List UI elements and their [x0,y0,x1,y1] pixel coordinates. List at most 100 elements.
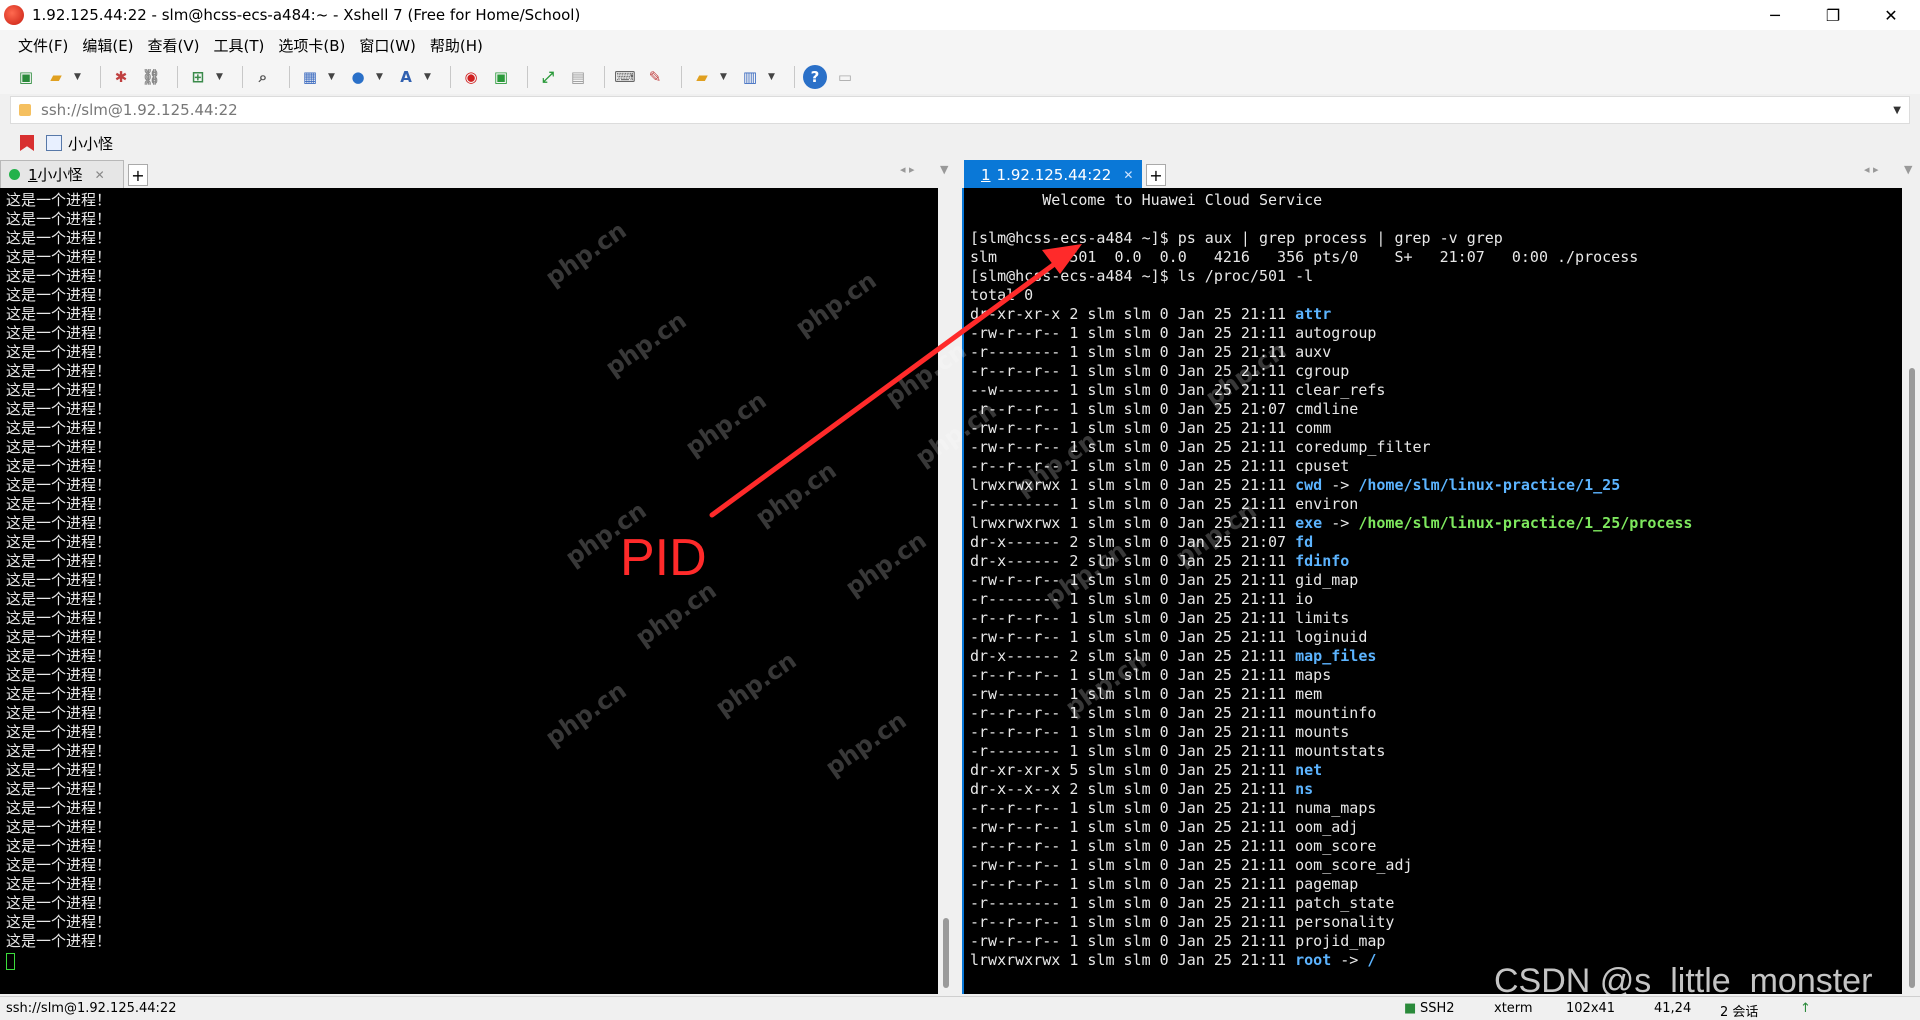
ls-entry-meta: -rw-r--r-- 1 slm slm 0 Jan 25 21:11 [970,324,1296,342]
connected-status-icon [9,169,20,180]
lock-toolbar-icon[interactable]: ▤ [566,65,590,89]
ls-entry-meta: -rw------- 1 slm slm 0 Jan 25 21:11 [970,685,1296,703]
scroll-thumb[interactable] [1909,368,1915,988]
find-icon[interactable]: ⌕ [251,65,275,89]
ls-entry-name: cpuset [1295,457,1350,475]
new-tab-icon[interactable]: ▰ [690,65,714,89]
highlight-icon[interactable]: ✎ [643,65,667,89]
output-line: 这是一个进程！ [6,533,112,551]
ls-entry-line: dr-xr-xr-x 2 slm slm 0 Jan 25 21:11 attr [970,305,1896,324]
properties-dropdown-icon[interactable]: ▼ [216,72,226,82]
title-bar: 1.92.125.44:22 - slm@hcss-ecs-a484:~ - X… [0,0,1920,30]
minimize-button[interactable]: ─ [1746,0,1804,30]
globe-dropdown-icon[interactable]: ▼ [376,72,386,82]
ls-entry-name: attr [1295,305,1332,323]
fullscreen-icon[interactable]: ⤢ [536,65,560,89]
help-icon[interactable]: ? [803,65,827,89]
font-dropdown-icon[interactable]: ▼ [424,72,434,82]
close-button[interactable]: ✕ [1862,0,1920,30]
ls-entry-name: comm [1295,419,1332,437]
ls-entry-name: projid_map [1295,932,1386,950]
output-line: 这是一个进程！ [6,837,112,855]
xftp-icon[interactable]: ◉ [459,65,483,89]
ls-entry-line: dr-x--x--x 2 slm slm 0 Jan 25 21:11 ns [970,780,1896,799]
bookmark-icon[interactable] [20,135,34,151]
menu-tabs[interactable]: 选项卡(B) [278,35,345,56]
output-line: 这是一个进程！ [6,438,112,456]
ls-entry-name: fdinfo [1295,552,1350,570]
add-tab-button[interactable]: + [1146,164,1166,186]
menu-tools[interactable]: 工具(T) [214,35,265,56]
tab-local-session[interactable]: 1 小小怪 ✕ [0,160,124,188]
menu-edit[interactable]: 编辑(E) [82,35,133,56]
tile-icon[interactable]: ▥ [738,65,762,89]
left-terminal[interactable]: 这是一个进程！ 这是一个进程！ 这是一个进程！ 这是一个进程！ 这是一个进程！ 这是一个进… [0,188,938,994]
script-icon[interactable]: ▣ [489,65,513,89]
ls-entry-meta: -rw-r--r-- 1 slm slm 0 Jan 25 21:11 [970,419,1296,437]
ls-entry-line: lrwxrwxrwx 1 slm slm 0 Jan 25 21:11 cwd … [970,476,1896,495]
new-session-icon[interactable]: ▣ [14,65,38,89]
menu-view[interactable]: 查看(V) [148,35,200,56]
session-shortcut-icon[interactable] [46,135,62,151]
right-scrollbar[interactable] [1904,188,1920,994]
tab-list-dropdown-icon[interactable]: ▼ [1904,163,1912,176]
tab-list-dropdown-icon[interactable]: ▼ [940,163,948,176]
right-terminal[interactable]: Welcome to Huawei Cloud Service [slm@hcs… [962,188,1902,994]
scroll-thumb[interactable] [943,918,949,988]
output-line: 这是一个进程！ [6,229,112,247]
address-dropdown-icon[interactable]: ▼ [1893,105,1901,116]
properties-icon[interactable]: ⊞ [186,65,210,89]
ls-entry-name: root [1295,951,1332,969]
output-line: 这是一个进程！ [6,571,112,589]
tab-scroll-arrows-icon[interactable]: ◂ ▸ [1864,163,1879,176]
ls-entry-meta: -r--r--r-- 1 slm slm 0 Jan 25 21:11 [970,723,1296,741]
close-icon[interactable]: ✕ [1123,168,1133,182]
open-folder-icon[interactable]: ▰ [44,65,68,89]
ls-entry-meta: -rw-r--r-- 1 slm slm 0 Jan 25 21:11 [970,818,1296,836]
ls-entry-name: maps [1295,666,1332,684]
output-line: 这是一个进程！ [6,932,112,950]
symlink-arrow: -> [1331,951,1368,969]
symlink-arrow: -> [1322,514,1359,532]
ls-entry-meta: -r--r--r-- 1 slm slm 0 Jan 25 21:11 [970,609,1296,627]
ls-entry-line: -r-------- 1 slm slm 0 Jan 25 21:11 io [970,590,1896,609]
status-size: 102x41 [1566,1001,1616,1016]
pid-annotation-label: PID [620,529,707,587]
keyboard-icon[interactable]: ⌨ [613,65,637,89]
chat-icon[interactable]: ▭ [833,65,857,89]
maximize-button[interactable]: ❐ [1804,0,1862,30]
ls-entry-name: numa_maps [1295,799,1377,817]
menu-help[interactable]: 帮助(H) [430,35,483,56]
add-tab-button[interactable]: + [128,164,148,186]
ls-entry-line: -r--r--r-- 1 slm slm 0 Jan 25 21:11 cpus… [970,457,1896,476]
globe-icon[interactable]: ● [346,65,370,89]
ls-entry-line: -r-------- 1 slm slm 0 Jan 25 21:11 moun… [970,742,1896,761]
menu-file[interactable]: 文件(F) [18,35,68,56]
new-tab-dropdown-icon[interactable]: ▼ [720,72,730,82]
tab-scroll-arrows-icon[interactable]: ◂ ▸ [900,163,915,176]
layout-dropdown-icon[interactable]: ▼ [328,72,338,82]
ls-entry-meta: dr-x--x--x 2 slm slm 0 Jan 25 21:11 [970,780,1296,798]
ls-entry-meta: -r--r--r-- 1 slm slm 0 Jan 25 21:11 [970,913,1296,931]
font-icon[interactable]: A [394,65,418,89]
output-line: 这是一个进程！ [6,248,112,266]
symlink-arrow: -> [1322,476,1359,494]
open-dropdown-icon[interactable]: ▼ [74,72,84,82]
session-shortcut-label[interactable]: 小小怪 [68,133,113,154]
disconnect-icon[interactable]: ⛓ [139,65,163,89]
address-input[interactable]: ssh://slm@1.92.125.44:22 [41,101,238,119]
close-icon[interactable]: ✕ [95,168,105,182]
address-bar[interactable]: ssh://slm@1.92.125.44:22 ▼ [10,96,1910,124]
ls-entry-line: -rw-r--r-- 1 slm slm 0 Jan 25 21:11 oom_… [970,856,1896,875]
layout-icon[interactable]: ▦ [298,65,322,89]
tab-remote-session[interactable]: 1 1.92.125.44:22 ✕ [964,160,1142,188]
reconnect-icon[interactable]: ✱ [109,65,133,89]
menu-window[interactable]: 窗口(W) [359,35,416,56]
output-line: 这是一个进程！ [6,818,112,836]
left-scrollbar[interactable] [938,188,954,994]
output-line: 这是一个进程！ [6,723,112,741]
tile-dropdown-icon[interactable]: ▼ [768,72,778,82]
output-line: 这是一个进程！ [6,875,112,893]
ls-entry-name: patch_state [1295,894,1395,912]
ls-entry-name: environ [1295,495,1359,513]
